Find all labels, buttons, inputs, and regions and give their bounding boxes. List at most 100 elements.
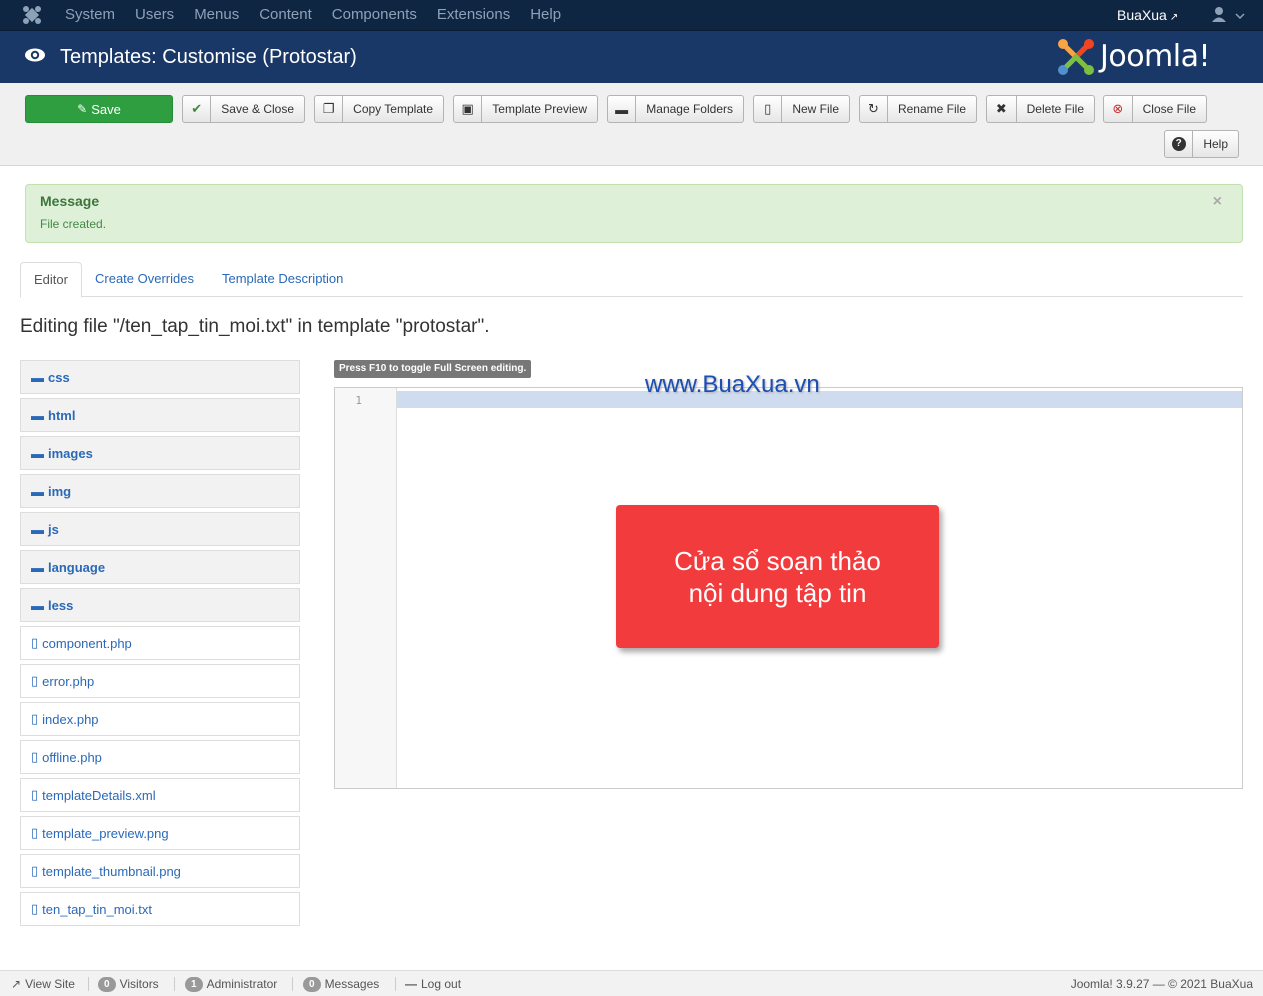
folder-icon: ▬: [31, 597, 44, 613]
delete-icon: ✖: [987, 96, 1017, 122]
cancel-circle-icon: ⊗: [1104, 96, 1133, 122]
minus-icon: —: [405, 977, 417, 991]
save-button[interactable]: ✎ Save: [25, 95, 173, 123]
tab-editor[interactable]: Editor: [20, 262, 82, 298]
editing-file-heading: Editing file "/ten_tap_tin_moi.txt" in t…: [20, 316, 490, 337]
administrator-link[interactable]: 1 Administrator: [185, 971, 277, 996]
menu-users[interactable]: Users: [125, 0, 184, 31]
file-icon: ▯: [31, 825, 39, 840]
close-file-button[interactable]: ⊗ Close File: [1103, 95, 1207, 123]
file-icon: ▯: [31, 635, 39, 650]
message-text: File created.: [40, 217, 107, 231]
menu-components[interactable]: Components: [322, 0, 427, 31]
question-icon: ?: [1165, 131, 1194, 157]
messages-badge: 0: [303, 976, 321, 992]
file-icon: ▯: [31, 787, 39, 802]
rename-file-button[interactable]: ↻ Rename File: [859, 95, 977, 123]
folder-item[interactable]: ▬ html: [20, 398, 300, 432]
callout-line-1: Cửa sổ soạn thảo: [674, 545, 881, 576]
delete-file-button[interactable]: ✖ Delete File: [986, 95, 1095, 123]
save-close-button[interactable]: ✔ Save & Close: [182, 95, 305, 123]
brand-name: Joomla!: [1100, 39, 1211, 74]
joomla-logo-icon: [1058, 39, 1094, 75]
file-item[interactable]: ▯ templateDetails.xml: [20, 778, 300, 812]
refresh-icon: ↻: [860, 96, 888, 122]
page-header: Templates: Customise (Protostar) Joomla!: [0, 31, 1263, 83]
file-item[interactable]: ▯ template_preview.png: [20, 816, 300, 850]
success-message: Message File created. ×: [25, 184, 1243, 243]
menu-content[interactable]: Content: [249, 0, 322, 31]
joomla-brand: Joomla!: [1056, 37, 1238, 77]
close-icon[interactable]: ×: [1213, 193, 1222, 211]
template-preview-button[interactable]: ▣ Template Preview: [453, 95, 598, 123]
external-link-icon: ↗: [1169, 12, 1179, 23]
annotation-callout: Cửa sổ soạn thảo nội dung tập tin: [616, 505, 939, 648]
visitors-link[interactable]: 0 Visitors: [98, 971, 159, 996]
file-icon: ▯: [31, 863, 39, 878]
file-icon: ▯: [31, 749, 39, 764]
copy-template-button[interactable]: ❐ Copy Template: [314, 95, 444, 123]
new-file-button[interactable]: ▯ New File: [753, 95, 850, 123]
tab-template-description[interactable]: Template Description: [209, 262, 356, 297]
edit-icon: ✎: [77, 102, 88, 116]
folder-icon: ▬: [31, 445, 44, 461]
file-item[interactable]: ▯ offline.php: [20, 740, 300, 774]
folder-icon: ▬: [31, 407, 44, 423]
divider: [88, 977, 89, 991]
folder-icon: ▬: [31, 559, 44, 575]
line-number: 1: [355, 394, 362, 407]
file-item[interactable]: ▯ index.php: [20, 702, 300, 736]
folder-icon: ▬: [608, 96, 637, 122]
folder-item[interactable]: ▬ images: [20, 436, 300, 470]
external-link-icon: ↗: [11, 977, 22, 991]
toolbar: ✎ Save ✔ Save & Close ❐ Copy Template ▣ …: [0, 83, 1263, 166]
divider: [292, 977, 293, 991]
menu-extensions[interactable]: Extensions: [427, 0, 520, 31]
joomla-logo-icon[interactable]: [22, 5, 42, 25]
manage-folders-button[interactable]: ▬ Manage Folders: [607, 95, 744, 123]
file-icon: ▯: [31, 901, 39, 916]
fullscreen-hint: Press F10 to toggle Full Screen editing.: [334, 360, 532, 378]
messages-link[interactable]: 0 Messages: [303, 971, 379, 996]
status-bar: ↗ View Site 0 Visitors 1 Administrator 0…: [0, 970, 1263, 996]
site-name: BuaXua: [1117, 7, 1167, 23]
folder-item[interactable]: ▬ css: [20, 360, 300, 394]
message-heading: Message: [40, 193, 100, 209]
file-icon: ▯: [754, 96, 783, 122]
copy-icon: ❐: [315, 96, 344, 122]
visitors-badge: 0: [98, 976, 116, 992]
top-navbar: System Users Menus Content Components Ex…: [0, 0, 1263, 31]
folder-item[interactable]: ▬ less: [20, 588, 300, 622]
watermark: www.BuaXua.vn: [645, 371, 820, 398]
folder-item[interactable]: ▬ js: [20, 512, 300, 546]
administrator-badge: 1: [185, 976, 203, 992]
page-title: Templates: Customise (Protostar): [60, 46, 357, 68]
file-tree: ▬ css ▬ html ▬ images ▬ img ▬ js ▬ language ▬ l…: [20, 360, 300, 930]
folder-icon: ▬: [31, 521, 44, 537]
file-item[interactable]: ▯ error.php: [20, 664, 300, 698]
file-item[interactable]: ▯ component.php: [20, 626, 300, 660]
menu-help[interactable]: Help: [520, 0, 571, 31]
version-text: Joomla! 3.9.27 — © 2021 BuaXua: [1070, 977, 1253, 991]
folder-item[interactable]: ▬ img: [20, 474, 300, 508]
eye-icon: [25, 48, 45, 62]
menu-menus[interactable]: Menus: [184, 0, 249, 31]
check-icon: ✔: [183, 96, 212, 122]
file-item[interactable]: ▯ ten_tap_tin_moi.txt: [20, 892, 300, 926]
file-icon: ▯: [31, 711, 39, 726]
help-button[interactable]: ? Help: [1164, 130, 1239, 158]
user-menu-icon[interactable]: [1210, 6, 1246, 24]
folder-item[interactable]: ▬ language: [20, 550, 300, 584]
site-link[interactable]: BuaXua ↗: [1117, 0, 1178, 33]
view-site-link[interactable]: ↗ View Site: [11, 971, 75, 996]
tab-create-overrides[interactable]: Create Overrides: [82, 262, 207, 297]
line-gutter: 1: [335, 388, 397, 788]
image-icon: ▣: [454, 96, 483, 122]
file-icon: ▯: [31, 673, 39, 688]
admin-menu: System Users Menus Content Components Ex…: [55, 0, 571, 31]
callout-line-2: nội dung tập tin: [688, 577, 867, 608]
file-item[interactable]: ▯ template_thumbnail.png: [20, 854, 300, 888]
folder-icon: ▬: [31, 369, 44, 385]
menu-system[interactable]: System: [55, 0, 125, 31]
logout-link[interactable]: — Log out: [405, 971, 461, 996]
